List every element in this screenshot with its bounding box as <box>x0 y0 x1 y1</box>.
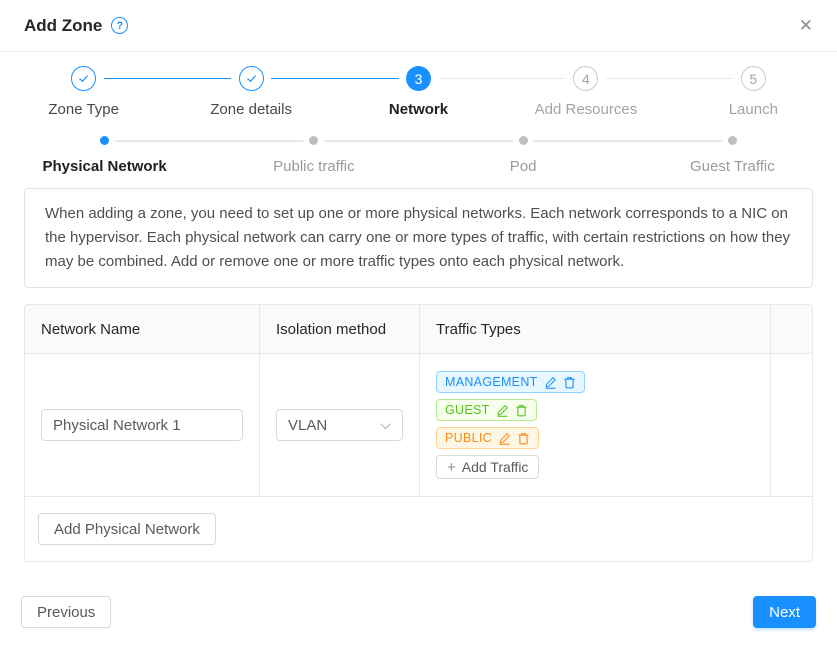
dialog-header: Add Zone ? ✕ <box>0 0 837 52</box>
table-row: VLAN MANAGEMENT <box>25 354 812 497</box>
step-number-badge: 4 <box>573 66 598 91</box>
previous-button[interactable]: Previous <box>21 596 111 628</box>
delete-icon[interactable] <box>563 376 576 389</box>
next-button[interactable]: Next <box>753 596 816 628</box>
step-zone-type[interactable]: Zone Type <box>0 66 167 118</box>
add-zone-dialog: Add Zone ? ✕ Zone Type Zone details 3 Ne… <box>0 0 837 628</box>
step-number-badge: 3 <box>406 66 431 91</box>
traffic-tag-label: PUBLIC <box>445 431 492 445</box>
actions-cell <box>771 354 812 496</box>
help-icon[interactable]: ? <box>111 17 128 34</box>
substep-pod[interactable]: Pod <box>419 136 628 175</box>
delete-icon[interactable] <box>515 404 528 417</box>
substep-label: Pod <box>510 158 537 175</box>
step-zone-details[interactable]: Zone details <box>167 66 334 118</box>
edit-icon[interactable] <box>496 404 509 417</box>
column-header-network-name: Network Name <box>25 305 260 353</box>
column-header-empty <box>771 305 812 353</box>
substep-label: Guest Traffic <box>690 158 775 175</box>
step-number-badge: 5 <box>741 66 766 91</box>
table-footer: Add Physical Network <box>25 497 812 561</box>
physical-network-table: Network Name Isolation method Traffic Ty… <box>24 304 813 562</box>
traffic-tag-label: MANAGEMENT <box>445 375 538 389</box>
step-label: Network <box>389 101 448 118</box>
progress-dot-icon <box>519 136 528 145</box>
check-circle-icon <box>239 66 264 91</box>
network-name-cell <box>25 354 260 496</box>
physical-network-info-text: When adding a zone, you need to set up o… <box>24 188 813 288</box>
column-header-isolation-method: Isolation method <box>260 305 420 353</box>
traffic-tag-label: GUEST <box>445 403 490 417</box>
step-label: Add Resources <box>535 101 638 118</box>
edit-icon[interactable] <box>498 432 511 445</box>
table-header: Network Name Isolation method Traffic Ty… <box>25 305 812 354</box>
plus-icon: + <box>447 459 456 476</box>
add-traffic-button[interactable]: + Add Traffic <box>436 455 539 479</box>
chevron-down-icon <box>380 417 391 434</box>
progress-dot-icon <box>100 136 109 145</box>
network-name-input[interactable] <box>41 409 243 441</box>
check-circle-icon <box>71 66 96 91</box>
dialog-title: Add Zone <box>24 16 102 36</box>
add-traffic-label: Add Traffic <box>462 459 529 475</box>
dialog-footer: Previous Next <box>0 596 837 628</box>
traffic-tags: MANAGEMENT GUEST <box>436 371 754 479</box>
add-physical-network-button[interactable]: Add Physical Network <box>38 513 216 545</box>
traffic-tag-public: PUBLIC <box>436 427 539 449</box>
wizard-steps: Zone Type Zone details 3 Network 4 Add R… <box>0 66 837 118</box>
substep-public-traffic[interactable]: Public traffic <box>209 136 418 175</box>
delete-icon[interactable] <box>517 432 530 445</box>
step-label: Launch <box>729 101 778 118</box>
close-icon[interactable]: ✕ <box>799 17 813 34</box>
step-add-resources[interactable]: 4 Add Resources <box>502 66 669 118</box>
isolation-method-select[interactable]: VLAN <box>276 409 403 441</box>
step-launch[interactable]: 5 Launch <box>670 66 837 118</box>
traffic-tag-guest: GUEST <box>436 399 537 421</box>
edit-icon[interactable] <box>544 376 557 389</box>
substep-physical-network[interactable]: Physical Network <box>0 136 209 175</box>
column-header-traffic-types: Traffic Types <box>420 305 771 353</box>
progress-dot-icon <box>728 136 737 145</box>
isolation-method-cell: VLAN <box>260 354 420 496</box>
traffic-tag-management: MANAGEMENT <box>436 371 585 393</box>
isolation-method-value: VLAN <box>288 417 327 434</box>
substep-label: Public traffic <box>273 158 354 175</box>
substep-label: Physical Network <box>43 158 167 175</box>
network-substeps: Physical Network Public traffic Pod Gues… <box>0 136 837 175</box>
traffic-types-cell: MANAGEMENT GUEST <box>420 354 771 496</box>
step-label: Zone details <box>210 101 292 118</box>
step-network[interactable]: 3 Network <box>335 66 502 118</box>
substep-guest-traffic[interactable]: Guest Traffic <box>628 136 837 175</box>
step-label: Zone Type <box>48 101 119 118</box>
progress-dot-icon <box>309 136 318 145</box>
